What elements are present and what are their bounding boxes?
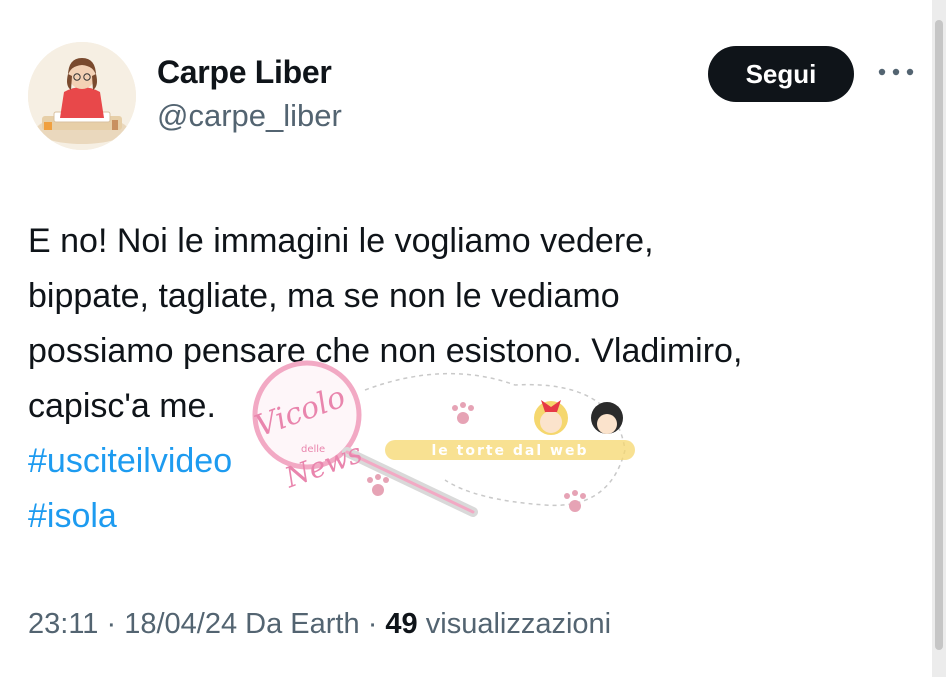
tweet-card: Carpe Liber @carpe_liber Segui E no! Noi…: [0, 0, 946, 677]
illustrated-girl-reading-avatar-icon: [28, 42, 136, 150]
tweet-text-line: bippate, tagliate, ma se non le vediamo: [28, 277, 620, 315]
more-horizontal-icon[interactable]: [876, 66, 916, 78]
hashtag-isola[interactable]: #isola: [28, 489, 928, 544]
hashtag-usciteilvideo[interactable]: #usciteilvideo: [28, 434, 928, 489]
tweet-text: E no! Noi le immagini le vogliamo vedere…: [28, 214, 928, 544]
tweet-text-line: E no! Noi le immagini le vogliamo vedere…: [28, 222, 654, 260]
author-avatar[interactable]: [28, 42, 136, 150]
tweet-source: Da Earth: [245, 608, 360, 640]
metadata-separator: ·: [367, 608, 378, 640]
vertical-scrollbar[interactable]: [932, 0, 946, 677]
tweet-text-line: capisc'a me.: [28, 387, 216, 425]
tweet-date[interactable]: 18/04/24: [124, 608, 237, 640]
tweet-time[interactable]: 23:11: [28, 608, 98, 640]
tweet-metadata: 23:11 · 18/04/24 Da Earth · 49 visualizz…: [28, 608, 611, 641]
metadata-separator: ·: [106, 608, 117, 640]
follow-button[interactable]: Segui: [708, 46, 854, 102]
scrollbar-thumb[interactable]: [935, 20, 943, 650]
views-count: 49: [385, 608, 418, 640]
tweet-text-line: possiamo pensare che non esistono. Vladi…: [28, 332, 743, 370]
author-display-name[interactable]: Carpe Liber: [157, 54, 332, 91]
author-handle[interactable]: @carpe_liber: [157, 98, 342, 134]
views-label: visualizzazioni: [425, 608, 612, 640]
